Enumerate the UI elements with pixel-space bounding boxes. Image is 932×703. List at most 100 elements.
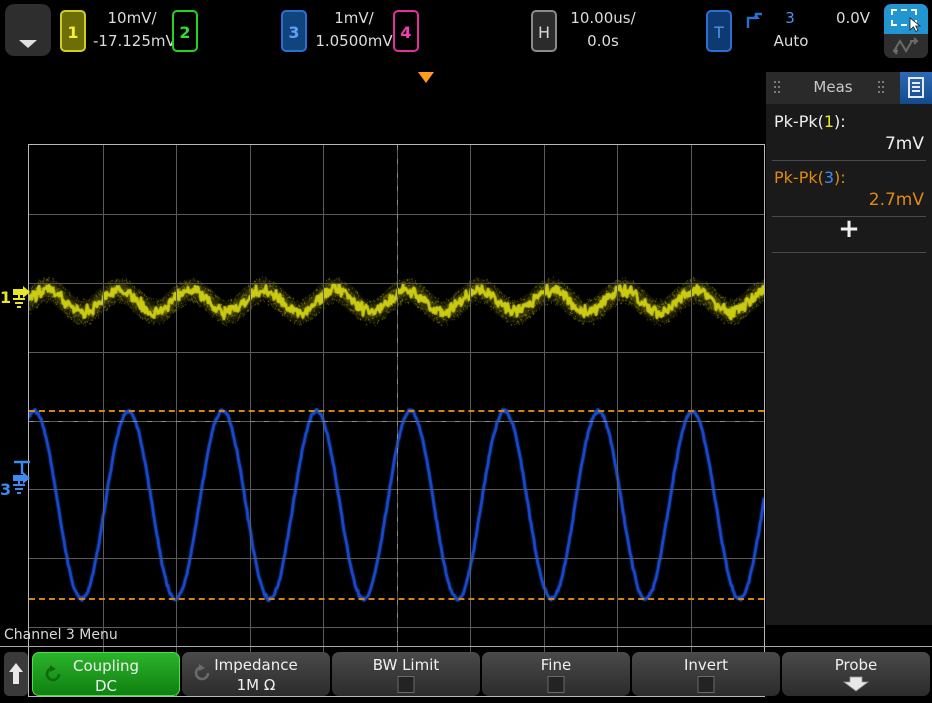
- axis-tick: [397, 544, 398, 549]
- axis-tick: [441, 421, 446, 422]
- axis-tick: [397, 586, 398, 591]
- capture-mode-button[interactable]: [884, 4, 928, 58]
- axis-tick: [73, 421, 78, 422]
- channel-1-ground-marker[interactable]: 1: [0, 288, 11, 307]
- checkbox[interactable]: [548, 676, 565, 693]
- axis-tick: [397, 600, 398, 605]
- measurement-value: 7mV: [885, 134, 924, 154]
- measurement-label: Pk-Pk(3):: [774, 168, 846, 187]
- channel-3-button[interactable]: 3: [281, 10, 307, 52]
- horizontal-button[interactable]: H: [531, 10, 557, 52]
- rising-edge-icon: [746, 12, 764, 30]
- channel-3-offset: 1.0500mV: [315, 32, 393, 50]
- axis-tick: [397, 173, 398, 178]
- axis-tick: [397, 338, 398, 343]
- axis-tick: [470, 421, 475, 422]
- axis-tick: [411, 421, 416, 422]
- axis-tick: [646, 421, 651, 422]
- axis-tick: [220, 421, 225, 422]
- softkey-label: BW Limit: [332, 656, 480, 674]
- waveform-grid[interactable]: [28, 144, 765, 697]
- softkey-label: Invert: [632, 656, 780, 674]
- timebase-scale: 10.00us/: [563, 9, 643, 27]
- axis-tick: [573, 421, 578, 422]
- menu-title: Channel 3 Menu: [0, 627, 932, 647]
- axis-tick: [397, 613, 398, 618]
- measurement-panel-header[interactable]: Meas: [766, 72, 932, 104]
- axis-tick: [397, 241, 398, 246]
- axis-tick: [294, 421, 299, 422]
- axis-tick: [191, 421, 196, 422]
- axis-tick: [279, 421, 284, 422]
- axis-tick: [749, 421, 754, 422]
- list-menu-icon: [908, 77, 924, 98]
- selection-rectangle-cursor-icon[interactable]: [884, 4, 928, 34]
- softkey-invert[interactable]: Invert: [632, 652, 780, 696]
- axis-tick: [676, 421, 681, 422]
- axis-tick: [397, 393, 398, 398]
- axis-tick: [544, 421, 549, 422]
- axis-tick: [735, 421, 740, 422]
- softkey-value: 1M Ω: [182, 676, 330, 694]
- drag-handle-right-icon[interactable]: [878, 81, 885, 95]
- axis-tick: [588, 421, 593, 422]
- softkey-value: DC: [33, 677, 179, 695]
- upper-cursor-line[interactable]: [29, 410, 764, 412]
- axis-tick: [132, 421, 137, 422]
- axis-tick: [397, 503, 398, 508]
- divider: [0, 646, 932, 647]
- axis-tick: [397, 448, 398, 453]
- axis-tick: [397, 379, 398, 384]
- axis-tick: [617, 421, 622, 422]
- axis-tick: [514, 421, 519, 422]
- axis-tick: [205, 421, 210, 422]
- trigger-position-marker[interactable]: [418, 72, 434, 83]
- axis-tick: [558, 421, 563, 422]
- softkey-bw-limit[interactable]: BW Limit: [332, 652, 480, 696]
- axis-tick: [397, 517, 398, 522]
- axis-tick: [323, 421, 328, 422]
- softkey-label: Coupling: [33, 657, 179, 675]
- softkey-impedance[interactable]: Impedance 1M Ω: [182, 652, 330, 696]
- axis-tick: [397, 145, 398, 150]
- axis-tick: [602, 421, 607, 422]
- ground-arrow-icon: [12, 286, 32, 312]
- checkbox[interactable]: [698, 676, 715, 693]
- axis-tick: [308, 421, 313, 422]
- axis-tick: [397, 255, 398, 260]
- axis-tick: [397, 228, 398, 233]
- axis-tick: [397, 324, 398, 329]
- waveform-area[interactable]: 1 3: [0, 72, 765, 625]
- measurement-value: 2.7mV: [869, 190, 924, 210]
- axis-tick: [161, 421, 166, 422]
- chevron-down-icon: [19, 40, 37, 48]
- axis-tick: [397, 297, 398, 302]
- measurement-menu-button[interactable]: [900, 72, 932, 104]
- axis-tick: [88, 421, 93, 422]
- axis-tick: [29, 421, 34, 422]
- softkey-fine[interactable]: Fine: [482, 652, 630, 696]
- waveform-arrow-icon[interactable]: [884, 34, 928, 58]
- channel-1-button[interactable]: 1: [60, 10, 86, 52]
- lower-cursor-line[interactable]: [29, 598, 764, 600]
- axis-tick: [235, 421, 240, 422]
- channel-1-offset: -17.125mV: [93, 32, 171, 50]
- oscilloscope-screen: 1 10mV/ -17.125mV 2 3 1mV/ 1.0500mV 4 H …: [0, 0, 932, 703]
- add-measurement-button[interactable]: +: [766, 216, 932, 242]
- up-arrow-button[interactable]: [4, 652, 28, 696]
- channel-2-button[interactable]: 2: [172, 10, 198, 52]
- checkbox[interactable]: [398, 676, 415, 693]
- axis-tick: [264, 421, 269, 422]
- axis-tick: [485, 421, 490, 422]
- axis-tick: [103, 421, 108, 422]
- softkey-probe[interactable]: Probe: [782, 652, 930, 696]
- axis-tick: [397, 186, 398, 191]
- axis-tick: [397, 200, 398, 205]
- trigger-button[interactable]: T: [706, 10, 732, 52]
- down-arrow-icon: [841, 676, 871, 692]
- axis-tick: [397, 365, 398, 370]
- softkey-coupling[interactable]: Coupling DC: [32, 652, 180, 696]
- menu-dropdown-button[interactable]: [5, 4, 51, 56]
- channel-4-button[interactable]: 4: [393, 10, 419, 52]
- axis-tick: [176, 421, 181, 422]
